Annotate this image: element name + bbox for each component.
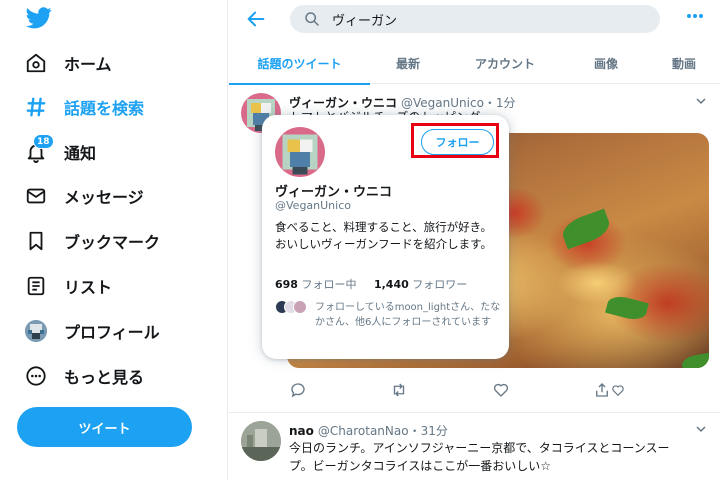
known-followers-text: フォローしているmoon_lightさん、たなかさん、他6人にフォローされていま… — [315, 302, 501, 328]
sidebar-item-messages[interactable]: メッセージ — [24, 181, 144, 211]
sidebar-item-home[interactable]: ホーム — [24, 48, 112, 78]
hover-card-avatar[interactable] — [275, 127, 325, 177]
followers-label: フォロワー — [412, 278, 468, 291]
tab-top[interactable]: 話題のツイート — [229, 42, 370, 85]
tab-photos[interactable]: 画像 — [564, 42, 648, 84]
hover-card-name[interactable]: ヴィーガン・ウニコ — [275, 181, 392, 200]
hover-card-stats: 698 フォロー中 1,440 フォロワー — [275, 276, 467, 292]
hover-card-handle[interactable]: @VeganUnico — [275, 199, 351, 212]
tweet-time[interactable]: ・31分 — [409, 424, 448, 438]
sidebar-item-label: ホーム — [64, 55, 112, 74]
tweet-time[interactable]: ・1分 — [484, 96, 516, 110]
chevron-down-icon[interactable] — [696, 424, 706, 434]
sidebar-item-label: もっと見る — [64, 368, 145, 387]
sidebar: ホーム 話題を検索 18 通知 メッセージ ブックマーク リスト プロフィール … — [0, 0, 228, 480]
avatar — [293, 300, 307, 314]
followers-count: 1,440 — [373, 278, 409, 291]
follow-button[interactable]: フォロー — [421, 129, 494, 155]
search-input[interactable] — [332, 11, 632, 27]
search-bar[interactable] — [290, 5, 660, 33]
tweet-text-line: プ。ビーガンタコライスはここが一番おいしい☆ — [289, 459, 552, 473]
more-options-icon[interactable] — [687, 14, 703, 18]
like-icon[interactable] — [492, 381, 510, 399]
tweet[interactable]: nao @CharotanNao・31分 今日のランチ。アインソフジャーニー京都で… — [229, 413, 720, 480]
sidebar-item-label: メッセージ — [64, 188, 144, 207]
twitter-bird-icon[interactable] — [26, 6, 52, 30]
known-follower-avatars — [275, 300, 309, 316]
tweet-author-name[interactable]: nao — [289, 424, 314, 438]
profile-hover-card: フォロー ヴィーガン・ウニコ @VeganUnico 食べること、料理すること、… — [262, 115, 509, 359]
retweet-icon[interactable] — [390, 381, 408, 399]
basil-leaf — [605, 293, 649, 323]
bell-icon: 18 — [24, 134, 54, 164]
basil-leaf — [559, 208, 613, 250]
hashtag-icon — [24, 95, 48, 119]
search-tabs: 話題のツイート 最新 アカウント 画像 動画 — [229, 42, 720, 85]
following-count: 698 — [275, 278, 298, 291]
avatar-wrap — [24, 319, 48, 343]
sidebar-item-label: 話題を検索 — [64, 99, 145, 118]
tab-latest[interactable]: 最新 — [370, 42, 446, 84]
list-icon — [24, 274, 48, 298]
tweet-button[interactable]: ツイート — [17, 407, 192, 447]
tweet-avatar[interactable] — [241, 421, 281, 461]
sidebar-item-explore[interactable]: 話題を検索 — [24, 92, 144, 122]
tweet-header: nao @CharotanNao・31分 — [289, 422, 448, 439]
followers-count-link[interactable]: 1,440 フォロワー — [374, 278, 467, 291]
tab-accounts[interactable]: アカウント — [446, 42, 564, 84]
sidebar-item-label: 通知 — [64, 144, 97, 163]
tweet-text-line: 今日のランチ。アインソフジャーニー京都で、タコライスとコーンスー — [289, 441, 670, 455]
sidebar-item-label: リスト — [64, 278, 113, 297]
tab-videos[interactable]: 動画 — [648, 42, 720, 84]
following-count-link[interactable]: 698 フォロー中 — [275, 278, 356, 291]
back-arrow-icon[interactable] — [245, 8, 267, 30]
sidebar-item-profile[interactable]: プロフィール — [24, 316, 160, 346]
sidebar-item-more[interactable]: もっと見る — [24, 361, 144, 391]
more-circle-icon — [24, 364, 48, 388]
sidebar-item-bookmarks[interactable]: ブックマーク — [24, 226, 160, 256]
sidebar-item-label: ブックマーク — [64, 233, 161, 252]
avatar — [25, 320, 47, 342]
home-icon — [24, 51, 48, 75]
hover-card-bio: 食べること、料理すること、旅行が好き。おいしいヴィーガンフードを紹介します。 — [275, 220, 493, 251]
reply-icon[interactable] — [289, 381, 307, 399]
notification-badge: 18 — [33, 134, 54, 149]
bookmark-icon — [24, 229, 48, 253]
sidebar-item-notifications[interactable]: 18 通知 — [24, 134, 97, 167]
sidebar-item-lists[interactable]: リスト — [24, 271, 112, 301]
envelope-icon — [24, 184, 48, 208]
chevron-down-icon[interactable] — [696, 96, 706, 106]
heart-outline-icon[interactable] — [609, 381, 627, 399]
tweet-author-handle[interactable]: @CharotanNao — [318, 424, 409, 438]
following-label: フォロー中 — [301, 278, 357, 291]
sidebar-item-label: プロフィール — [64, 323, 160, 342]
search-icon — [305, 12, 319, 26]
tweet-actions — [287, 381, 667, 401]
basil-leaf — [680, 352, 709, 368]
